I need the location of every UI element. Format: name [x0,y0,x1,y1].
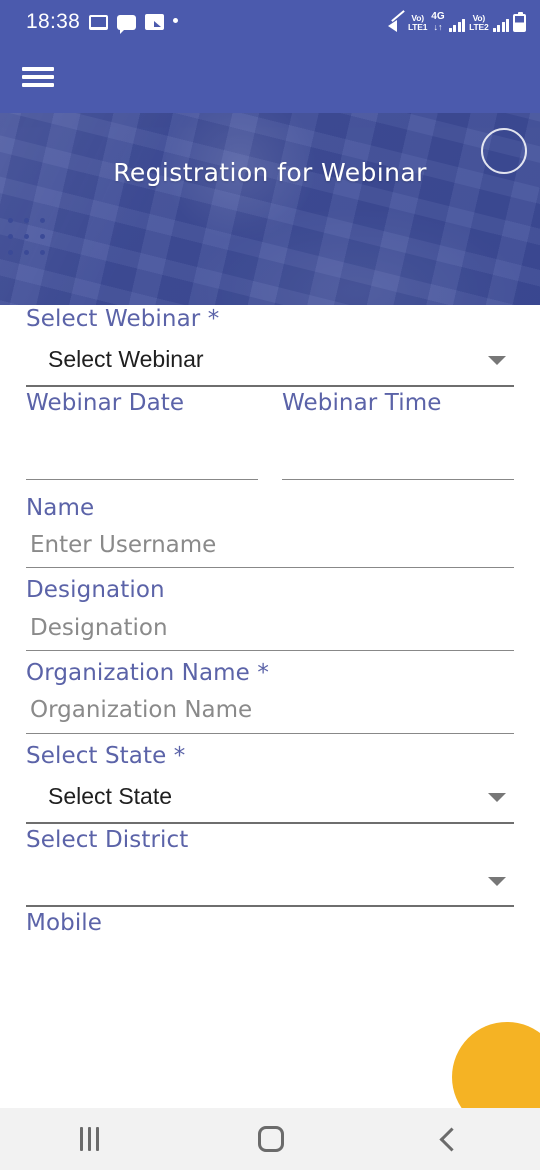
registration-form: Select Webinar * Select Webinar Webinar … [0,305,540,940]
field-select-state: Select State * Select State [26,742,514,824]
required-marker-organization-name: * [257,660,269,686]
circle-outline-decoration [481,128,527,174]
designation-input[interactable]: Designation [26,605,514,651]
hero-banner [0,113,540,305]
label-select-webinar-text: Select Webinar [26,306,201,332]
sim1-lte-label: LTE1 [407,22,428,33]
field-mobile: Mobile [26,909,514,938]
label-webinar-date: Webinar Date [26,389,185,416]
sim2-network-indicator: Vo) LTE2 [469,14,489,33]
label-organization-name-text: Organization Name [26,660,250,686]
webinar-time-input[interactable] [282,418,514,480]
label-select-webinar: Select Webinar * [26,305,514,334]
chat-icon [117,14,137,34]
chevron-down-icon [488,356,506,366]
field-organization-name: Organization Name * Organization Name [26,659,514,734]
select-webinar-dropdown[interactable]: Select Webinar [26,334,514,387]
select-state-dropdown[interactable]: Select State [26,771,514,824]
hero-curved-shape [0,113,540,305]
sim2-lte-label: LTE2 [469,22,489,33]
field-name: Name Enter Username [26,494,514,569]
organization-name-input[interactable]: Organization Name [26,688,514,734]
hamburger-menu-icon[interactable] [22,64,54,90]
sim1-network-indicator: Vo) LTE1 [407,14,428,33]
label-webinar-time: Webinar Time [282,389,442,416]
label-mobile: Mobile [26,910,103,937]
data-arrows-icon: ↓↑ [433,21,443,32]
recents-icon[interactable] [79,1127,99,1151]
mute-icon [387,16,404,32]
field-webinar-date: Webinar Date [26,389,258,480]
signal-bars-sim2-icon [492,18,509,32]
home-icon[interactable] [257,1126,284,1152]
page-title: Registration for Webinar [113,158,427,187]
app-screen: 18:38 Vo) LTE1 4G ↓↑ Vo) LTE2 Registrati… [0,0,540,1170]
name-placeholder: Enter Username [30,531,217,558]
status-bar-left: 18:38 [26,10,179,34]
chevron-down-icon [488,793,506,802]
label-select-state: Select State * [26,742,514,771]
screen-cast-icon [89,14,109,30]
webinar-date-input[interactable] [26,418,258,480]
image-icon [145,14,165,30]
app-bar [0,44,540,113]
label-select-state-text: Select State [26,742,167,769]
data-network-indicator: 4G ↓↑ [431,11,445,32]
name-input[interactable]: Enter Username [26,522,514,569]
dot-grid-decoration [8,218,48,258]
select-state-value: Select State [48,782,173,809]
label-designation: Designation [26,577,165,604]
status-bar-right: Vo) LTE1 4G ↓↑ Vo) LTE2 [387,11,526,33]
organization-name-placeholder: Organization Name [30,697,253,724]
field-select-district: Select District [26,826,514,908]
chevron-down-icon [488,876,506,886]
data-type-label: 4G [431,11,445,23]
select-district-dropdown[interactable] [26,854,514,908]
designation-placeholder: Designation [30,614,168,641]
webinar-datetime-row: Webinar Date Webinar Time [26,389,514,480]
label-name: Name [26,494,95,521]
required-marker-select-webinar: * [207,306,220,332]
signal-bars-sim1-icon [448,18,466,32]
required-marker-select-state: * [173,742,186,769]
field-designation: Designation Designation [26,576,514,651]
field-select-webinar: Select Webinar * Select Webinar [26,305,514,387]
battery-icon [513,11,526,32]
label-select-district: Select District [26,826,189,853]
label-organization-name: Organization Name * [26,659,514,688]
dot-icon [173,17,179,23]
status-bar-clock: 18:38 [26,10,81,33]
select-webinar-value: Select Webinar [48,345,204,372]
status-bar: 18:38 Vo) LTE1 4G ↓↑ Vo) LTE2 [0,0,540,44]
back-icon[interactable] [439,1126,464,1152]
field-webinar-time: Webinar Time [282,389,514,480]
android-navigation-bar [0,1108,540,1170]
